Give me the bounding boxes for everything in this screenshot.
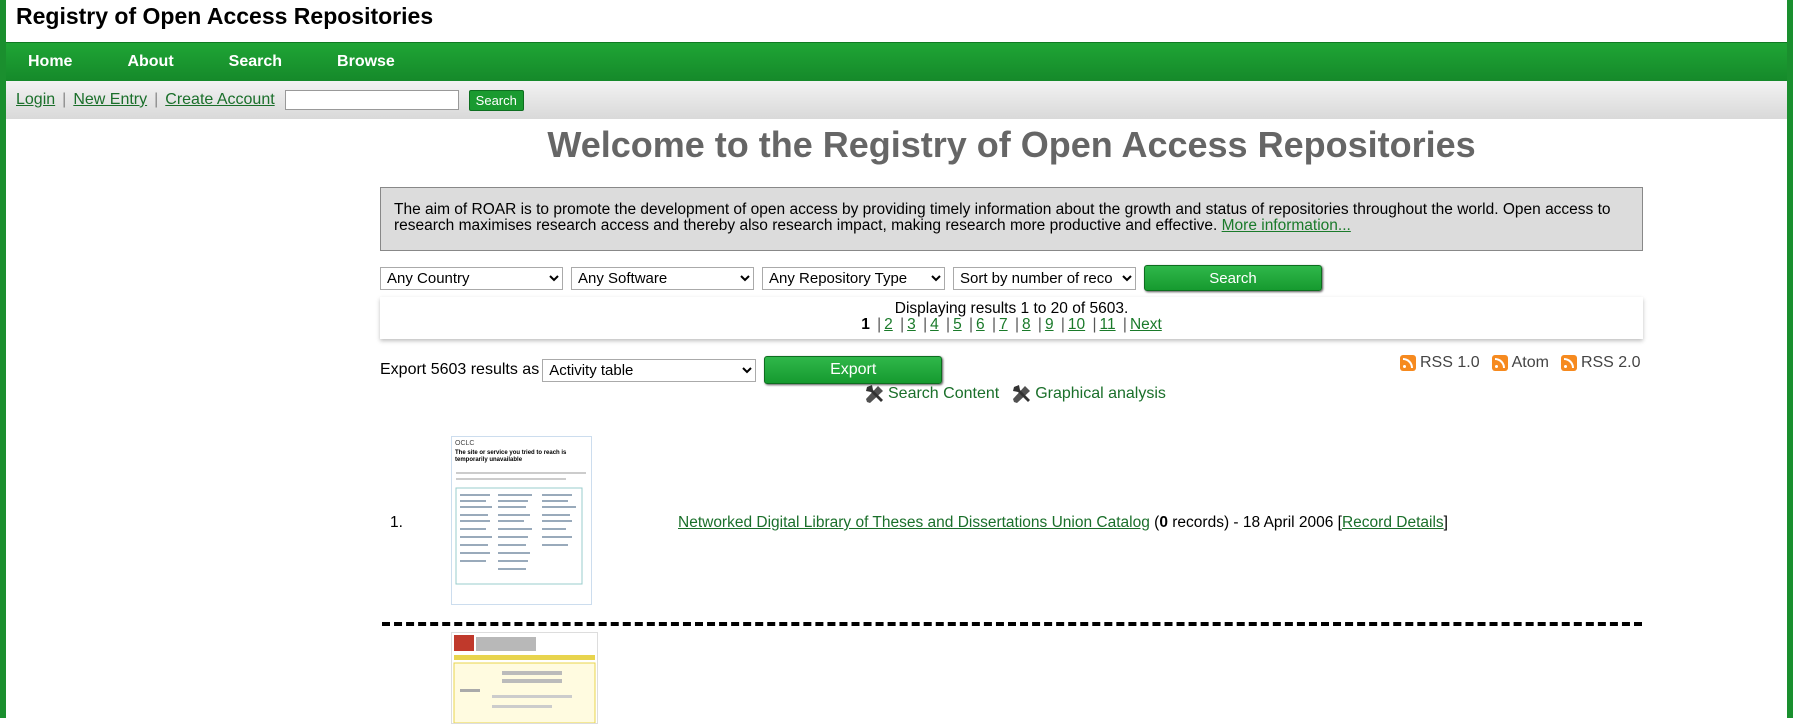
intro-box: The aim of ROAR is to promote the develo… [380, 187, 1643, 251]
records-close: ] [1443, 514, 1448, 531]
login-link[interactable]: Login [16, 91, 55, 109]
nav-search[interactable]: Search [229, 53, 282, 71]
wrench-icon [866, 385, 883, 403]
repository-type-select[interactable]: Any Repository Type [762, 266, 945, 290]
page-link[interactable]: 10 [1068, 316, 1085, 333]
site-title: Registry of Open Access Repositories [16, 3, 434, 29]
export-format-select[interactable]: Activity table [542, 358, 757, 382]
entry-number: 1. [390, 514, 403, 531]
export-label: Export 5603 results as [380, 361, 540, 378]
entry-divider [382, 622, 1642, 626]
thumbnail-page-preview [455, 472, 586, 585]
page-link[interactable]: 5 [953, 316, 962, 333]
repository-thumbnail[interactable]: OCLC The site or service you tried to re… [451, 436, 592, 605]
pagination: 1 | 2 | 3 | 4 | 5 | 6 | 7 | 8 | 9 | 10 | 11 | Next [861, 316, 1162, 333]
quick-search-input[interactable] [284, 90, 459, 110]
tool-label: Graphical analysis [1035, 385, 1166, 402]
current-page: 1 [861, 316, 870, 333]
repository-title-link[interactable]: Networked Digital Library of Theses and … [678, 514, 1150, 531]
records-date: records) - 18 April 2006 [ [1167, 514, 1342, 531]
graphical-analysis-link[interactable]: Graphical analysis [1011, 383, 1166, 405]
page-link[interactable]: 11 [1100, 316, 1116, 333]
filter-search-button[interactable]: Search [1144, 265, 1322, 291]
page-link[interactable]: 6 [976, 316, 985, 333]
new-entry-link[interactable]: New Entry [73, 91, 147, 109]
repository-thumbnail[interactable] [451, 632, 598, 724]
atom-feed-link[interactable]: Atom [1491, 354, 1549, 372]
filter-bar: Any Country Any Software Any Repository … [380, 265, 1322, 291]
page-link[interactable]: 7 [999, 316, 1008, 333]
feed-label: RSS 2.0 [1580, 354, 1641, 371]
software-select[interactable]: Any Software [571, 266, 754, 290]
rss-2-feed-link[interactable]: RSS 2.0 [1560, 354, 1641, 372]
page-link[interactable]: 3 [907, 316, 916, 333]
analysis-tools: Search Content Graphical analysis [864, 383, 1178, 405]
page-link[interactable]: 4 [930, 316, 939, 333]
page-link[interactable]: 9 [1045, 316, 1054, 333]
thumbnail-page-preview [453, 635, 596, 723]
quick-search-button[interactable]: Search [468, 89, 524, 111]
nav-about[interactable]: About [127, 53, 173, 71]
more-information-link[interactable]: More information... [1222, 217, 1351, 234]
rss-icon [1491, 355, 1508, 371]
feed-label: Atom [1511, 354, 1549, 371]
record-details-link[interactable]: Record Details [1342, 514, 1444, 531]
separator: | [154, 91, 159, 108]
wrench-icon [1013, 385, 1031, 403]
feed-label: RSS 1.0 [1420, 354, 1480, 371]
search-content-link[interactable]: Search Content [864, 383, 999, 405]
records-count: 0 [1159, 514, 1168, 531]
feed-links: RSS 1.0 Atom RSS 2.0 [1400, 354, 1641, 372]
nav-home[interactable]: Home [28, 53, 72, 71]
page-link[interactable]: 2 [884, 316, 893, 333]
nav-browse[interactable]: Browse [337, 53, 395, 71]
intro-text: The aim of ROAR is to promote the develo… [394, 201, 1611, 234]
rss-icon [1560, 355, 1577, 371]
results-summary-box: Displaying results 1 to 20 of 5603. 1 | 2… [380, 297, 1643, 339]
rss-icon [1400, 355, 1416, 371]
export-row: Export 5603 results as Activity table Ex… [380, 356, 943, 384]
create-account-link[interactable]: Create Account [165, 91, 274, 109]
thumbnail-heading: The site or service you tried to reach i… [455, 450, 567, 463]
export-button[interactable]: Export [764, 356, 943, 384]
entry-line: Networked Digital Library of Theses and … [678, 514, 1448, 532]
rss-1-feed-link[interactable]: RSS 1.0 [1400, 354, 1480, 372]
thumbnail-logo: OCLC [455, 440, 475, 447]
page-link[interactable]: 8 [1022, 316, 1031, 333]
country-select[interactable]: Any Country [380, 266, 563, 290]
page-title: Welcome to the Registry of Open Access R… [547, 124, 1476, 165]
results-summary: Displaying results 1 to 20 of 5603. [894, 300, 1129, 317]
main-nav: Home About Search Browse [6, 42, 1787, 82]
account-bar: Login | New Entry | Create Account Searc… [6, 81, 1787, 119]
tool-label: Search Content [888, 385, 1000, 402]
next-page-link[interactable]: Next [1130, 316, 1162, 333]
sort-select[interactable]: Sort by number of reco [953, 266, 1136, 290]
separator: | [62, 91, 67, 108]
